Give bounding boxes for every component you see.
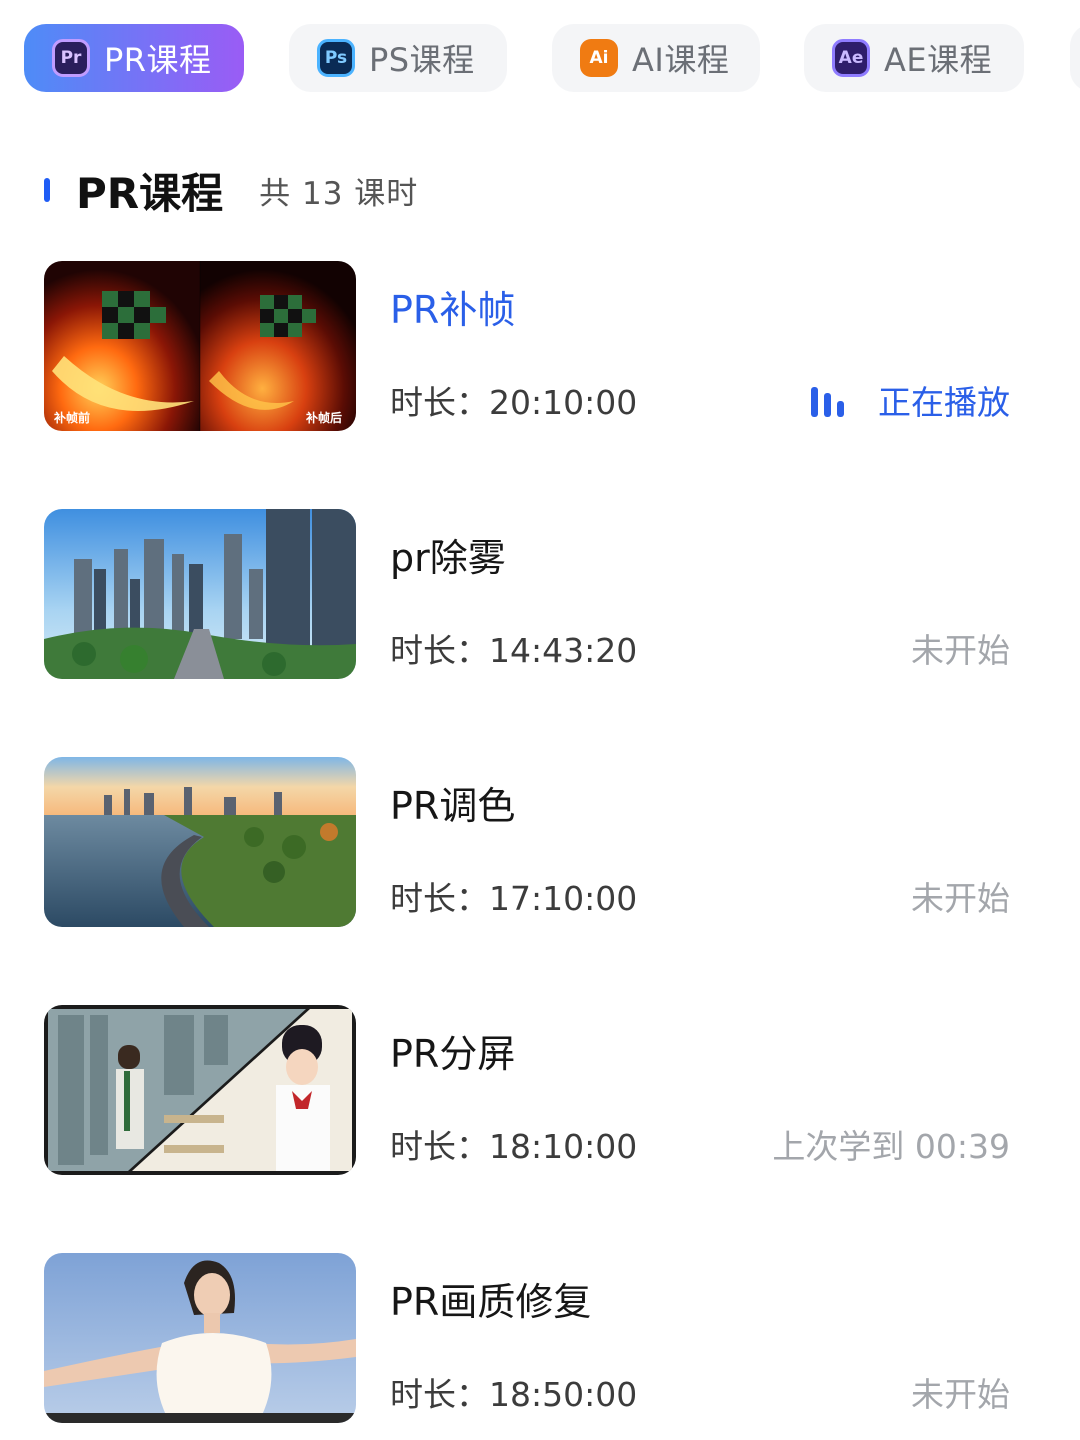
lesson-status-text: 正在播放 [878,383,1010,422]
lesson-thumbnail[interactable] [44,509,356,679]
lesson-item[interactable]: 补帧前 补帧后 PR补帧 时长：20:10:00 正在播放 [44,261,1014,431]
thumbnail-image [44,509,356,679]
now-playing-icon [811,383,850,417]
lesson-duration: 时长：18:50:00 [390,1375,638,1414]
tab-ps-course[interactable]: Ps PS课程 [289,24,507,92]
lesson-status: 未开始 [911,879,1010,918]
section-title: PR课程 [76,168,224,218]
lesson-duration: 时长：18:10:00 [390,1127,638,1166]
thumb-caption-after: 补帧后 [305,410,342,425]
lesson-title[interactable]: PR画质修复 [390,1271,591,1326]
lesson-thumbnail[interactable] [44,1005,356,1175]
section-header: PR课程 共 13 课时 [44,160,418,220]
lesson-status: 正在播放 [811,376,1010,424]
lesson-thumbnail[interactable] [44,757,356,927]
thumbnail-image [44,1253,356,1423]
lesson-title[interactable]: PR调色 [390,775,515,830]
section-accent-bar [44,178,50,202]
thumbnail-image [44,1005,356,1175]
photoshop-icon: Ps [317,39,355,77]
lesson-status: 未开始 [911,1375,1010,1414]
course-category-tabs: Pr PR课程 Ps PS课程 Ai AI课程 Ae AE课程 [24,24,1080,92]
lesson-status: 上次学到 00:39 [772,1127,1010,1166]
lesson-count: 共 13 课时 [259,175,419,212]
tab-next-partial[interactable] [1070,24,1080,92]
lesson-thumbnail[interactable] [44,1253,356,1423]
thumbnail-image: 补帧前 补帧后 [44,261,356,431]
tab-label: AI课程 [632,41,730,79]
lesson-duration: 时长：14:43:20 [390,631,638,670]
thumb-caption-before: 补帧前 [53,410,90,425]
lesson-item[interactable]: PR调色 时长：17:10:00 未开始 [44,757,1014,927]
tab-label: PR课程 [104,41,212,79]
illustrator-icon: Ai [580,39,618,77]
lesson-duration: 时长：17:10:00 [390,879,638,918]
lesson-status: 未开始 [911,631,1010,670]
tab-pr-course[interactable]: Pr PR课程 [24,24,244,92]
thumbnail-image [44,757,356,927]
premiere-pro-icon: Pr [52,39,90,77]
after-effects-icon: Ae [832,39,870,77]
lesson-title[interactable]: PR补帧 [390,279,515,334]
lesson-item[interactable]: pr除雾 时长：14:43:20 未开始 [44,509,1014,679]
tab-label: AE课程 [884,41,993,79]
lesson-duration: 时长：20:10:00 [390,383,638,422]
lesson-title[interactable]: PR分屏 [390,1023,515,1078]
lesson-item[interactable]: PR分屏 时长：18:10:00 上次学到 00:39 [44,1005,1014,1175]
lesson-item[interactable]: PR画质修复 时长：18:50:00 未开始 [44,1253,1014,1423]
lesson-thumbnail[interactable]: 补帧前 补帧后 [44,261,356,431]
tab-ae-course[interactable]: Ae AE课程 [804,24,1024,92]
tab-label: PS课程 [369,41,475,79]
lesson-title[interactable]: pr除雾 [390,527,506,582]
tab-ai-course[interactable]: Ai AI课程 [552,24,760,92]
